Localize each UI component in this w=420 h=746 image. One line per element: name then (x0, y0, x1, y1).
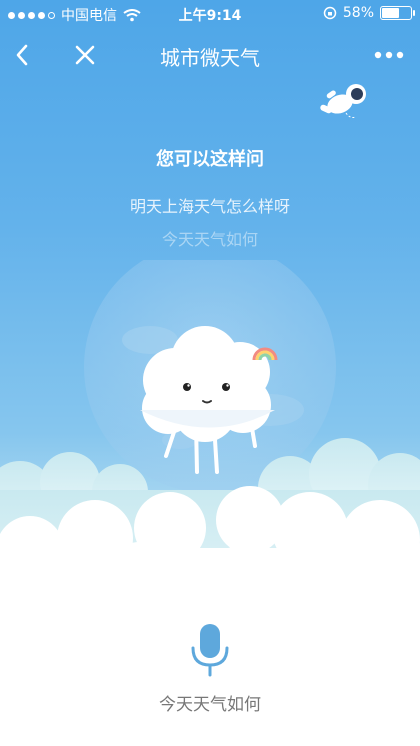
suggestion-item[interactable]: 明天上海天气怎么样呀 (0, 193, 420, 217)
astronaut-illustration (320, 84, 366, 118)
battery-icon (380, 6, 415, 20)
page-title: 城市微天气 (160, 46, 260, 70)
status-bar: 中国电信 上午9:14 58% (0, 0, 420, 28)
more-dots-icon (374, 51, 404, 59)
nav-bar: 城市微天气 (0, 28, 420, 82)
rotation-lock-icon (323, 6, 337, 20)
prompt-title: 您可以这样问 (156, 149, 264, 170)
suggestion-item[interactable]: 今天天气如何 (0, 226, 420, 250)
voice-caption: 今天天气如何 (159, 695, 261, 715)
battery-percent: 58% (342, 5, 374, 21)
microphone-icon[interactable] (188, 622, 232, 680)
more-button[interactable] (372, 38, 406, 72)
status-right: 58% (323, 5, 415, 21)
